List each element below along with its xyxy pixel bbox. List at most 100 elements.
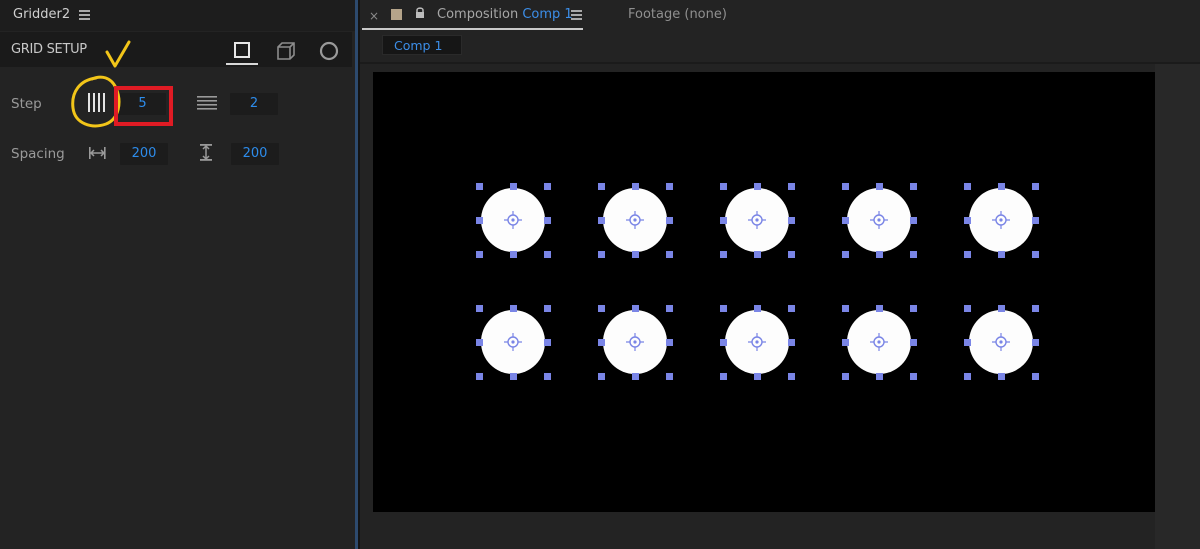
comp-chip[interactable]: Comp 1 <box>382 35 462 55</box>
transform-handle[interactable] <box>544 339 551 346</box>
transform-handle[interactable] <box>842 217 849 224</box>
transform-handle[interactable] <box>842 251 849 258</box>
transform-handle[interactable] <box>1032 217 1039 224</box>
transform-handle[interactable] <box>754 305 761 312</box>
transform-handle[interactable] <box>910 305 917 312</box>
transform-handle[interactable] <box>666 183 673 190</box>
transform-handle[interactable] <box>788 217 795 224</box>
transform-handle[interactable] <box>964 217 971 224</box>
transform-handle[interactable] <box>510 251 517 258</box>
transform-handle[interactable] <box>788 305 795 312</box>
tab-footage[interactable]: Footage (none) <box>628 7 727 22</box>
composition-viewer[interactable] <box>373 72 1156 512</box>
transform-handle[interactable] <box>842 183 849 190</box>
transform-handle[interactable] <box>964 339 971 346</box>
anchor-point-icon[interactable] <box>989 330 1013 354</box>
composition-menu-icon[interactable] <box>571 10 582 20</box>
transform-handle[interactable] <box>666 217 673 224</box>
circle-layer[interactable] <box>842 305 917 380</box>
transform-handle[interactable] <box>666 305 673 312</box>
transform-handle[interactable] <box>544 251 551 258</box>
transform-handle[interactable] <box>876 251 883 258</box>
transform-handle[interactable] <box>632 251 639 258</box>
circle-layer[interactable] <box>720 183 795 258</box>
transform-handle[interactable] <box>998 305 1005 312</box>
transform-handle[interactable] <box>666 373 673 380</box>
transform-handle[interactable] <box>910 251 917 258</box>
transform-handle[interactable] <box>598 373 605 380</box>
transform-handle[interactable] <box>842 305 849 312</box>
transform-handle[interactable] <box>666 339 673 346</box>
transform-handle[interactable] <box>544 373 551 380</box>
circle-layer[interactable] <box>476 305 551 380</box>
transform-handle[interactable] <box>510 305 517 312</box>
transform-handle[interactable] <box>476 339 483 346</box>
transform-handle[interactable] <box>598 305 605 312</box>
transform-handle[interactable] <box>510 373 517 380</box>
anchor-point-icon[interactable] <box>501 208 525 232</box>
transform-handle[interactable] <box>476 183 483 190</box>
lock-icon[interactable] <box>414 6 426 20</box>
transform-handle[interactable] <box>964 305 971 312</box>
transform-handle[interactable] <box>720 339 727 346</box>
close-icon[interactable]: × <box>369 9 379 23</box>
transform-handle[interactable] <box>476 251 483 258</box>
circle-layer[interactable] <box>964 305 1039 380</box>
anchor-point-icon[interactable] <box>623 330 647 354</box>
anchor-point-icon[interactable] <box>867 330 891 354</box>
transform-handle[interactable] <box>754 183 761 190</box>
anchor-point-icon[interactable] <box>745 208 769 232</box>
transform-handle[interactable] <box>510 183 517 190</box>
anchor-point-icon[interactable] <box>989 208 1013 232</box>
transform-handle[interactable] <box>720 373 727 380</box>
transform-handle[interactable] <box>666 251 673 258</box>
transform-handle[interactable] <box>598 339 605 346</box>
transform-handle[interactable] <box>910 373 917 380</box>
transform-handle[interactable] <box>842 373 849 380</box>
transform-handle[interactable] <box>998 373 1005 380</box>
panel-divider[interactable] <box>355 0 360 549</box>
transform-handle[interactable] <box>788 373 795 380</box>
anchor-point-icon[interactable] <box>867 208 891 232</box>
transform-handle[interactable] <box>632 373 639 380</box>
transform-handle[interactable] <box>720 305 727 312</box>
transform-handle[interactable] <box>964 373 971 380</box>
transform-handle[interactable] <box>1032 373 1039 380</box>
transform-handle[interactable] <box>1032 339 1039 346</box>
circle-layer[interactable] <box>598 183 673 258</box>
transform-handle[interactable] <box>720 251 727 258</box>
transform-handle[interactable] <box>998 183 1005 190</box>
transform-handle[interactable] <box>910 339 917 346</box>
transform-handle[interactable] <box>842 339 849 346</box>
transform-handle[interactable] <box>910 183 917 190</box>
transform-handle[interactable] <box>544 305 551 312</box>
tab-composition[interactable]: Composition Comp 1 <box>437 7 573 22</box>
transform-handle[interactable] <box>476 373 483 380</box>
transform-handle[interactable] <box>1032 305 1039 312</box>
transform-handle[interactable] <box>910 217 917 224</box>
transform-handle[interactable] <box>754 251 761 258</box>
anchor-point-icon[interactable] <box>501 330 525 354</box>
transform-handle[interactable] <box>1032 183 1039 190</box>
transform-handle[interactable] <box>964 251 971 258</box>
transform-handle[interactable] <box>876 373 883 380</box>
transform-handle[interactable] <box>598 217 605 224</box>
transform-handle[interactable] <box>964 183 971 190</box>
transform-handle[interactable] <box>632 183 639 190</box>
anchor-point-icon[interactable] <box>623 208 647 232</box>
transform-handle[interactable] <box>476 217 483 224</box>
transform-handle[interactable] <box>598 183 605 190</box>
circle-layer[interactable] <box>598 305 673 380</box>
transform-handle[interactable] <box>788 339 795 346</box>
transform-handle[interactable] <box>720 217 727 224</box>
anchor-point-icon[interactable] <box>745 330 769 354</box>
transform-handle[interactable] <box>754 373 761 380</box>
transform-handle[interactable] <box>998 251 1005 258</box>
transform-handle[interactable] <box>1032 251 1039 258</box>
transform-handle[interactable] <box>544 183 551 190</box>
circle-layer[interactable] <box>964 183 1039 258</box>
circle-layer[interactable] <box>720 305 795 380</box>
transform-handle[interactable] <box>544 217 551 224</box>
transform-handle[interactable] <box>876 183 883 190</box>
circle-layer[interactable] <box>842 183 917 258</box>
